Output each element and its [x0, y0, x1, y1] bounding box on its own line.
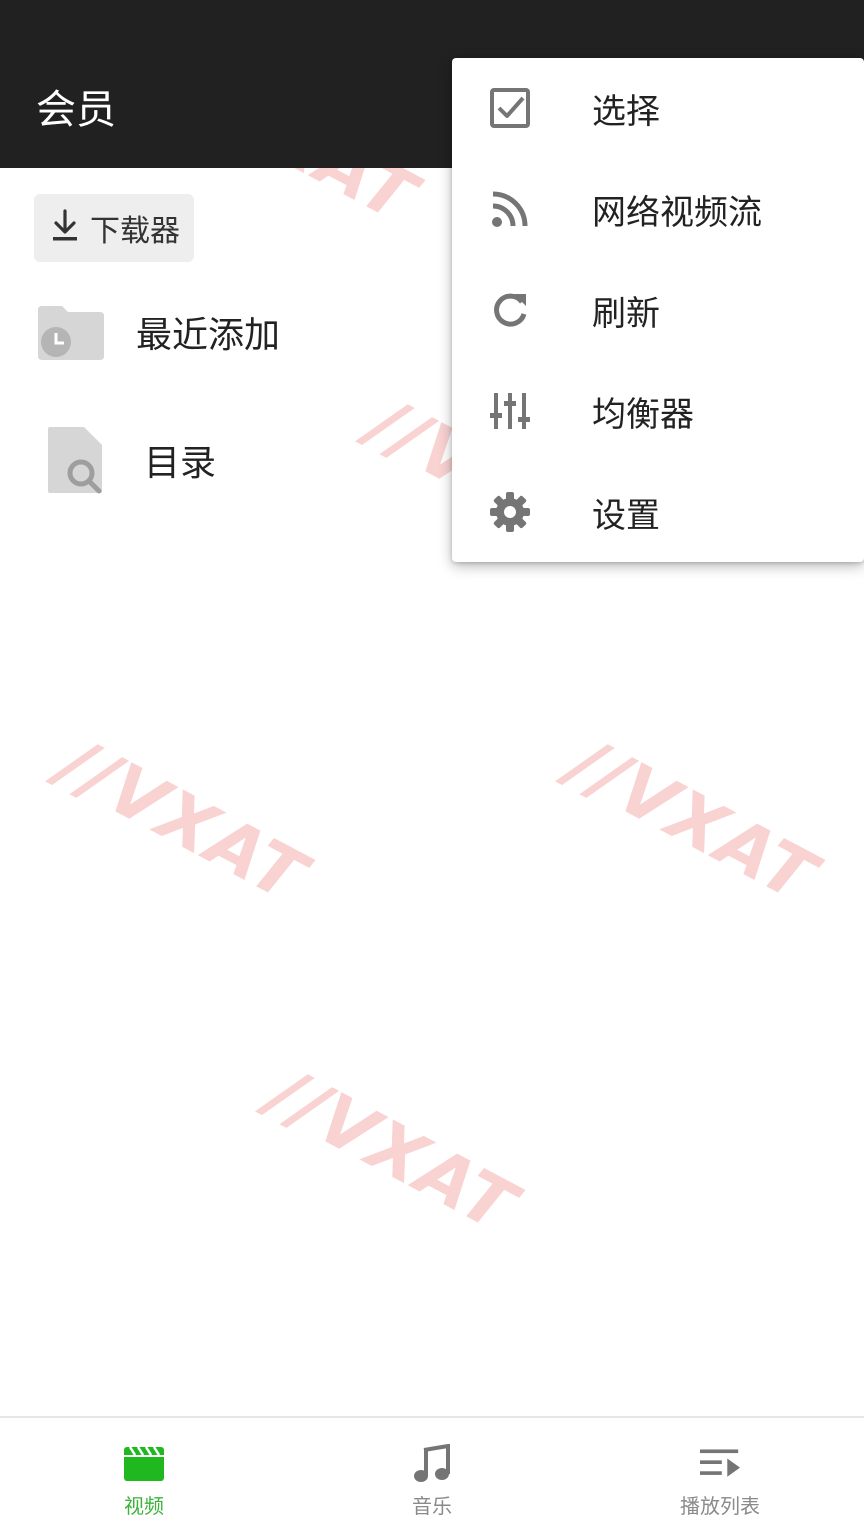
downloader-button[interactable]: 下载器 [34, 194, 194, 262]
file-search-icon [46, 425, 104, 495]
checkbox-icon [488, 86, 532, 130]
menu-item-select[interactable]: 选择 [452, 58, 864, 158]
download-icon [50, 209, 80, 247]
watermark-logo: //VXAT [556, 721, 830, 919]
nav-item-label: 音乐 [412, 1494, 452, 1518]
video-clapper-icon [124, 1444, 164, 1484]
menu-item-label: 刷新 [592, 293, 660, 334]
menu-item-label: 设置 [592, 495, 660, 536]
page-title: 会员 [36, 87, 116, 133]
nav-item-video[interactable]: 视频 [0, 1418, 288, 1538]
bottom-navigation: 视频 音乐 播放列表 [0, 1416, 864, 1538]
list-item-label: 目录 [144, 443, 217, 484]
menu-item-equalizer[interactable]: 均衡器 [452, 361, 864, 461]
music-note-icon [412, 1444, 452, 1484]
nav-item-music[interactable]: 音乐 [288, 1418, 576, 1538]
list-item-recently-added[interactable]: 最近添加 [36, 300, 280, 364]
list-item-directory[interactable]: 目录 [46, 424, 216, 496]
list-item-label: 最近添加 [136, 315, 281, 356]
menu-item-label: 均衡器 [592, 394, 694, 435]
menu-item-settings[interactable]: 设置 [452, 462, 864, 562]
refresh-icon [488, 288, 532, 332]
gear-icon [488, 490, 532, 534]
nav-item-label: 播放列表 [680, 1494, 760, 1518]
nav-item-playlist[interactable]: 播放列表 [576, 1418, 864, 1538]
menu-item-label: 网络视频流 [592, 192, 762, 233]
menu-item-refresh[interactable]: 刷新 [452, 260, 864, 360]
playlist-icon [700, 1444, 740, 1484]
nav-item-label: 视频 [124, 1494, 164, 1518]
menu-item-label: 选择 [592, 91, 660, 132]
watermark-logo: //VXAT [256, 1051, 530, 1249]
folder-clock-icon [36, 302, 106, 362]
equalizer-icon [488, 389, 532, 433]
downloader-label: 下载器 [90, 214, 180, 249]
menu-item-network-stream[interactable]: 网络视频流 [452, 159, 864, 259]
rss-icon [488, 187, 532, 231]
watermark-logo: //VXAT [46, 721, 320, 919]
overflow-menu: 选择 网络视频流 刷新 均衡器 设置 [452, 58, 864, 562]
